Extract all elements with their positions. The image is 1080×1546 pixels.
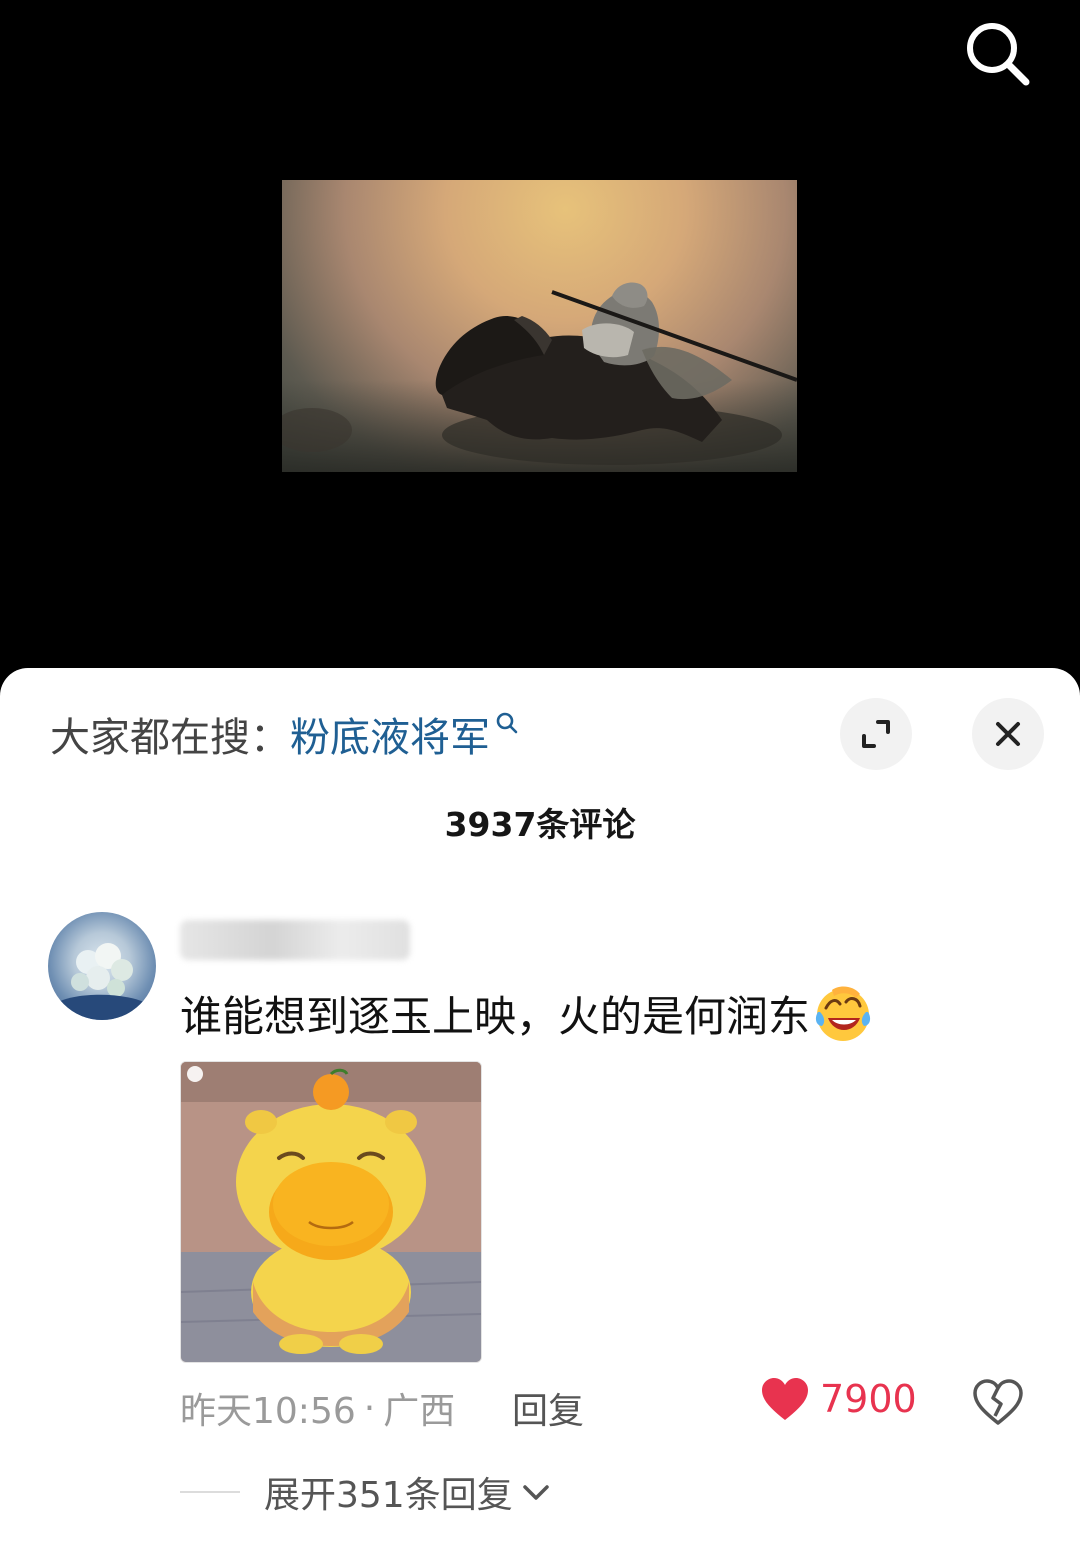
reply-button[interactable]: 回复 (512, 1382, 584, 1434)
comment-count: 3937条评论 (444, 805, 636, 844)
expand-icon (862, 720, 890, 748)
close-button[interactable] (972, 698, 1044, 770)
chevron-down-icon (522, 1485, 549, 1500)
heart-icon (762, 1378, 808, 1420)
broken-heart-icon (973, 1379, 1023, 1425)
expand-replies-button[interactable]: 展开351条回复 (180, 1466, 553, 1518)
hot-search-prefix: 大家都在搜： (50, 715, 290, 761)
dislike-button[interactable] (972, 1378, 1024, 1430)
horse-rider-scene (282, 282, 797, 472)
like-count: 7900 (820, 1377, 917, 1421)
flower-bouquet-image (58, 943, 148, 1020)
meta-separator: · (363, 1387, 376, 1429)
search-icon (967, 23, 1030, 86)
close-icon (996, 722, 1020, 746)
comment-meta: 昨天10:56 · 广西 (180, 1382, 455, 1434)
comment-location: 广西 (383, 1391, 456, 1432)
hot-search-keyword[interactable]: 粉底液将军 (290, 705, 490, 763)
comment-text: 谁能想到逐玉上映，火的是何润东 (180, 982, 874, 1044)
hot-search-bar[interactable]: 大家都在搜： 粉底液将军 (50, 706, 520, 762)
laughing-crying-emoji-icon (815, 986, 871, 1041)
expand-replies-label: 展开351条回复 (264, 1475, 513, 1516)
search-small-icon (496, 712, 518, 734)
video-player[interactable] (0, 0, 1080, 700)
divider-line (180, 1491, 240, 1493)
comment-sticker-image[interactable] (180, 1061, 482, 1363)
like-button[interactable]: 7900 (760, 1376, 917, 1422)
video-frame[interactable] (282, 180, 797, 472)
username-blurred[interactable] (180, 920, 410, 960)
expand-button[interactable] (840, 698, 912, 770)
app-screen: 大家都在搜： 粉底液将军 3937条评论 谁能想到逐玉上映，火的是何润东 昨天1… (0, 0, 1080, 1546)
avatar[interactable] (48, 912, 156, 1020)
comment-body: 谁能想到逐玉上映，火的是何润东 (180, 991, 811, 1041)
comment-sheet: 大家都在搜： 粉底液将军 3937条评论 谁能想到逐玉上映，火的是何润东 昨天1… (0, 668, 1080, 1546)
search-button[interactable] (958, 14, 1038, 94)
yellow-capybara-sticker (181, 1062, 481, 1362)
comment-time: 昨天10:56 (180, 1391, 356, 1432)
